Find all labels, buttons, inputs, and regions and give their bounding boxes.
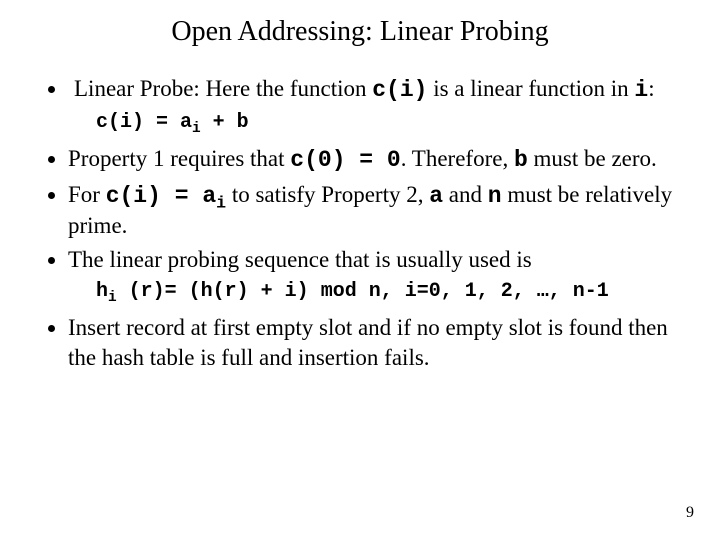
code: c(0) = 0 xyxy=(290,147,400,173)
text: to satisfy Property 2, xyxy=(226,182,429,207)
code: i xyxy=(634,77,648,103)
slide: Open Addressing: Linear Probing Linear P… xyxy=(0,0,720,540)
bullet-3: For c(i) = ai to satisfy Property 2, a a… xyxy=(68,180,680,241)
text: : xyxy=(648,76,654,101)
subscript: i xyxy=(216,193,226,212)
code: c(i) xyxy=(372,77,427,103)
bullet-list: Insert record at first empty slot and if… xyxy=(40,313,680,372)
code: c(i) = a xyxy=(96,111,192,134)
code-line-2: hi (r)= (h(r) + i) mod n, i=0, 1, 2, …, … xyxy=(96,280,680,303)
text: For xyxy=(68,182,106,207)
code-line-1: c(i) = ai + b xyxy=(96,111,680,134)
text: and xyxy=(443,182,488,207)
subscript: i xyxy=(192,121,201,137)
text: Linear Probe: Here the function xyxy=(74,76,372,101)
text: must be zero. xyxy=(528,146,657,171)
bullet-2: Property 1 requires that c(0) = 0. There… xyxy=(68,144,680,175)
text: is a linear function in xyxy=(427,76,634,101)
code: n xyxy=(488,183,502,209)
bullet-1: Linear Probe: Here the function c(i) is … xyxy=(68,74,680,105)
text: The linear probing sequence that is usua… xyxy=(68,247,532,272)
bullet-4: The linear probing sequence that is usua… xyxy=(68,245,680,274)
bullet-5: Insert record at first empty slot and if… xyxy=(68,313,680,372)
code: (r)= (h(r) + i) mod n, i=0, 1, 2, …, n-1 xyxy=(117,280,609,303)
subscript: i xyxy=(108,290,117,306)
code: a xyxy=(429,183,443,209)
page-number: 9 xyxy=(686,504,694,522)
code: + b xyxy=(201,111,249,134)
slide-title: Open Addressing: Linear Probing xyxy=(40,16,680,48)
code: c(i) = a xyxy=(106,183,216,209)
bullet-list: Property 1 requires that c(0) = 0. There… xyxy=(40,144,680,274)
text: . Therefore, xyxy=(401,146,514,171)
code: b xyxy=(514,147,528,173)
code: h xyxy=(96,280,108,303)
text: Insert record at first empty slot and if… xyxy=(68,315,668,369)
text: Property 1 requires that xyxy=(68,146,290,171)
bullet-list: Linear Probe: Here the function c(i) is … xyxy=(40,74,680,105)
